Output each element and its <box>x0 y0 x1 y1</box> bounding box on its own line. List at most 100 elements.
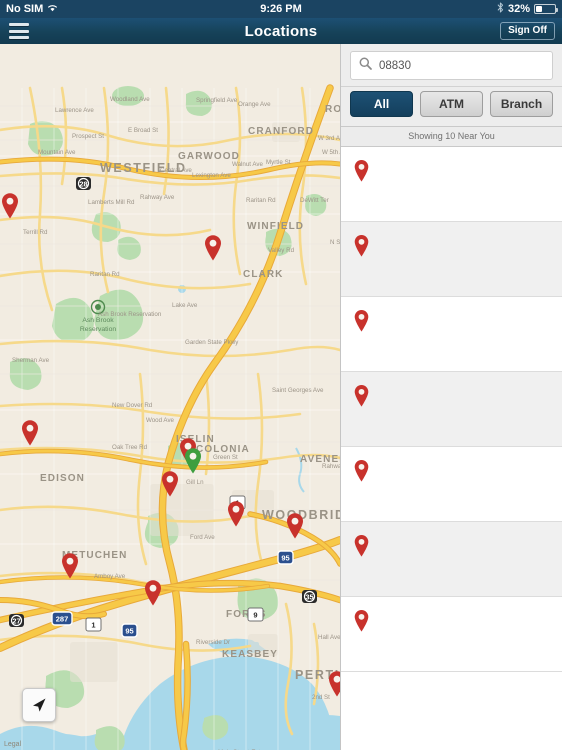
map-pin-icon <box>350 383 372 407</box>
map-street-label: Myrtle St <box>266 159 291 166</box>
battery-icon <box>534 4 558 14</box>
map-street-label: Garden State Pkwy <box>185 339 239 346</box>
map-street-label: W 3rd Ave <box>318 135 340 142</box>
map-city-label: WINFIELD <box>247 221 304 232</box>
map-street-label: Lake Ave <box>172 302 198 309</box>
highway-shield-label: 95 <box>125 627 133 636</box>
map-street-label: Ash Brook Reservation <box>98 311 162 318</box>
map-street-label: Rahway Ave <box>140 194 175 201</box>
map-pin-icon <box>350 233 372 257</box>
map-street-label: Ford Ave <box>190 534 215 541</box>
map-city-label: KEASBEY <box>222 649 278 660</box>
location-list-item[interactable] <box>341 147 562 222</box>
map-city-label: ROSELLE <box>325 104 340 115</box>
search-section <box>341 44 562 87</box>
map-street-label: N St <box>330 239 340 246</box>
map-pin-westfield[interactable] <box>0 192 20 219</box>
location-list-item[interactable] <box>341 597 562 672</box>
map-pin-icon <box>350 533 372 557</box>
highway-shield-icon: 35 <box>302 590 317 603</box>
highway-shield-icon: 1 <box>85 617 102 632</box>
highway-shield-icon: 9 <box>247 607 264 622</box>
map-street-label: Amboy Ave <box>94 573 126 580</box>
location-list-item[interactable] <box>341 297 562 372</box>
filter-button-all[interactable]: All <box>350 91 413 117</box>
map-street-label: Oak Tree Rd <box>112 444 148 451</box>
legal-link[interactable]: Legal <box>4 741 21 748</box>
map-pin-north-edison[interactable] <box>20 419 40 446</box>
map-street-label: Saint Georges Ave <box>272 387 324 394</box>
battery-percent-label: 32% <box>507 3 530 15</box>
map-pin-colonia[interactable] <box>160 470 180 497</box>
map-pin-edison[interactable] <box>143 579 163 606</box>
status-bar-time: 9:26 PM <box>260 3 302 15</box>
map-street-label: Springfield Ave <box>196 97 238 104</box>
highway-shield-label: 287 <box>56 615 69 624</box>
map-street-label: DeWitt Ter <box>300 197 329 204</box>
map-street-label: Lawrence Ave <box>55 107 94 114</box>
highway-shield-icon: 27 <box>9 614 24 627</box>
locations-list[interactable] <box>341 147 562 750</box>
map-street-label: W 5th Ave <box>322 149 340 156</box>
highway-shield-label: 28 <box>79 180 87 189</box>
search-box[interactable] <box>350 51 553 80</box>
location-list-item[interactable] <box>341 447 562 522</box>
locations-panel: All ATM Branch Showing 10 Near You <box>340 44 562 750</box>
map-street-label: Central Ave <box>160 167 192 174</box>
results-count-label: Showing 10 Near You <box>341 127 562 147</box>
search-input[interactable] <box>379 59 544 72</box>
map-pin-metuchen[interactable] <box>60 552 80 579</box>
map-street-label: Riverside Dr <box>196 639 230 646</box>
map-graphics: Ash Brook Reservation WESTFIELDGARWOODCR… <box>0 44 340 750</box>
svg-text:Reservation: Reservation <box>80 326 116 333</box>
highway-shield-label: 9 <box>253 611 257 620</box>
highway-shield-icon: 95 <box>277 550 294 565</box>
map-city-label: EDISON <box>40 473 85 484</box>
map-street-label: Gill Ln <box>186 479 204 486</box>
map-city-label: CLARK <box>243 269 284 280</box>
highway-shield-label: 95 <box>281 554 289 563</box>
map-street-label: Walnut Ave <box>232 161 264 168</box>
location-list-item[interactable] <box>341 222 562 297</box>
svg-text:Ash Brook: Ash Brook <box>82 317 114 324</box>
map-pin-clark[interactable] <box>203 234 223 261</box>
highway-shield-label: 1 <box>91 621 95 630</box>
map-pin-selected-iselin[interactable] <box>183 447 203 474</box>
hamburger-menu-icon[interactable] <box>9 22 29 40</box>
highway-shield-icon: 287 <box>51 611 73 626</box>
highway-shield-label: 27 <box>12 617 20 626</box>
map-pin-icon <box>350 158 372 182</box>
map-pin-woodbridge[interactable] <box>226 500 246 527</box>
map-city-label: CRANFORD <box>248 126 314 137</box>
sign-off-button[interactable]: Sign Off <box>500 22 555 40</box>
filter-button-branch[interactable]: Branch <box>490 91 553 117</box>
status-bar: No SIM 9:26 PM 32% <box>0 0 562 18</box>
map-street-label: Green St <box>213 454 238 461</box>
filter-button-atm[interactable]: ATM <box>420 91 483 117</box>
map-street-label: Valley Rd <box>268 247 295 254</box>
location-arrow-icon[interactable] <box>22 688 56 722</box>
search-icon <box>359 57 372 75</box>
map-pin-perth-amboy[interactable] <box>327 670 340 697</box>
page-title: Locations <box>244 22 318 40</box>
map-pin-woodbridge-center[interactable] <box>285 512 305 539</box>
location-list-item[interactable] <box>341 372 562 447</box>
map-street-label: Orange Ave <box>238 101 271 108</box>
map-canvas[interactable]: Ash Brook Reservation WESTFIELD GARWOOD CR… <box>0 44 340 750</box>
highway-shield-icon: 28 <box>76 177 91 190</box>
map-street-label: Lexington Ave <box>192 172 231 179</box>
location-list-item[interactable] <box>341 522 562 597</box>
status-bar-right: 32% <box>497 2 558 16</box>
map-street-label: Lamberts Mill Rd <box>88 199 135 206</box>
map-street-label: Hall Ave <box>318 634 340 641</box>
highway-shield-icon: 95 <box>121 623 138 638</box>
map-pin-icon <box>350 458 372 482</box>
map-street-label: Raritan Rd <box>90 271 120 278</box>
filter-button-group: All ATM Branch <box>341 87 562 127</box>
map-city-label: GARWOOD <box>178 151 240 162</box>
map-street-label: Prospect St <box>72 133 104 140</box>
map-street-label: Wood Ave <box>146 417 175 424</box>
nav-bar: Locations Sign Off <box>0 18 562 44</box>
map-street-label: Rahway Ave <box>322 463 340 470</box>
map-street-label: New Dover Rd <box>112 402 153 409</box>
